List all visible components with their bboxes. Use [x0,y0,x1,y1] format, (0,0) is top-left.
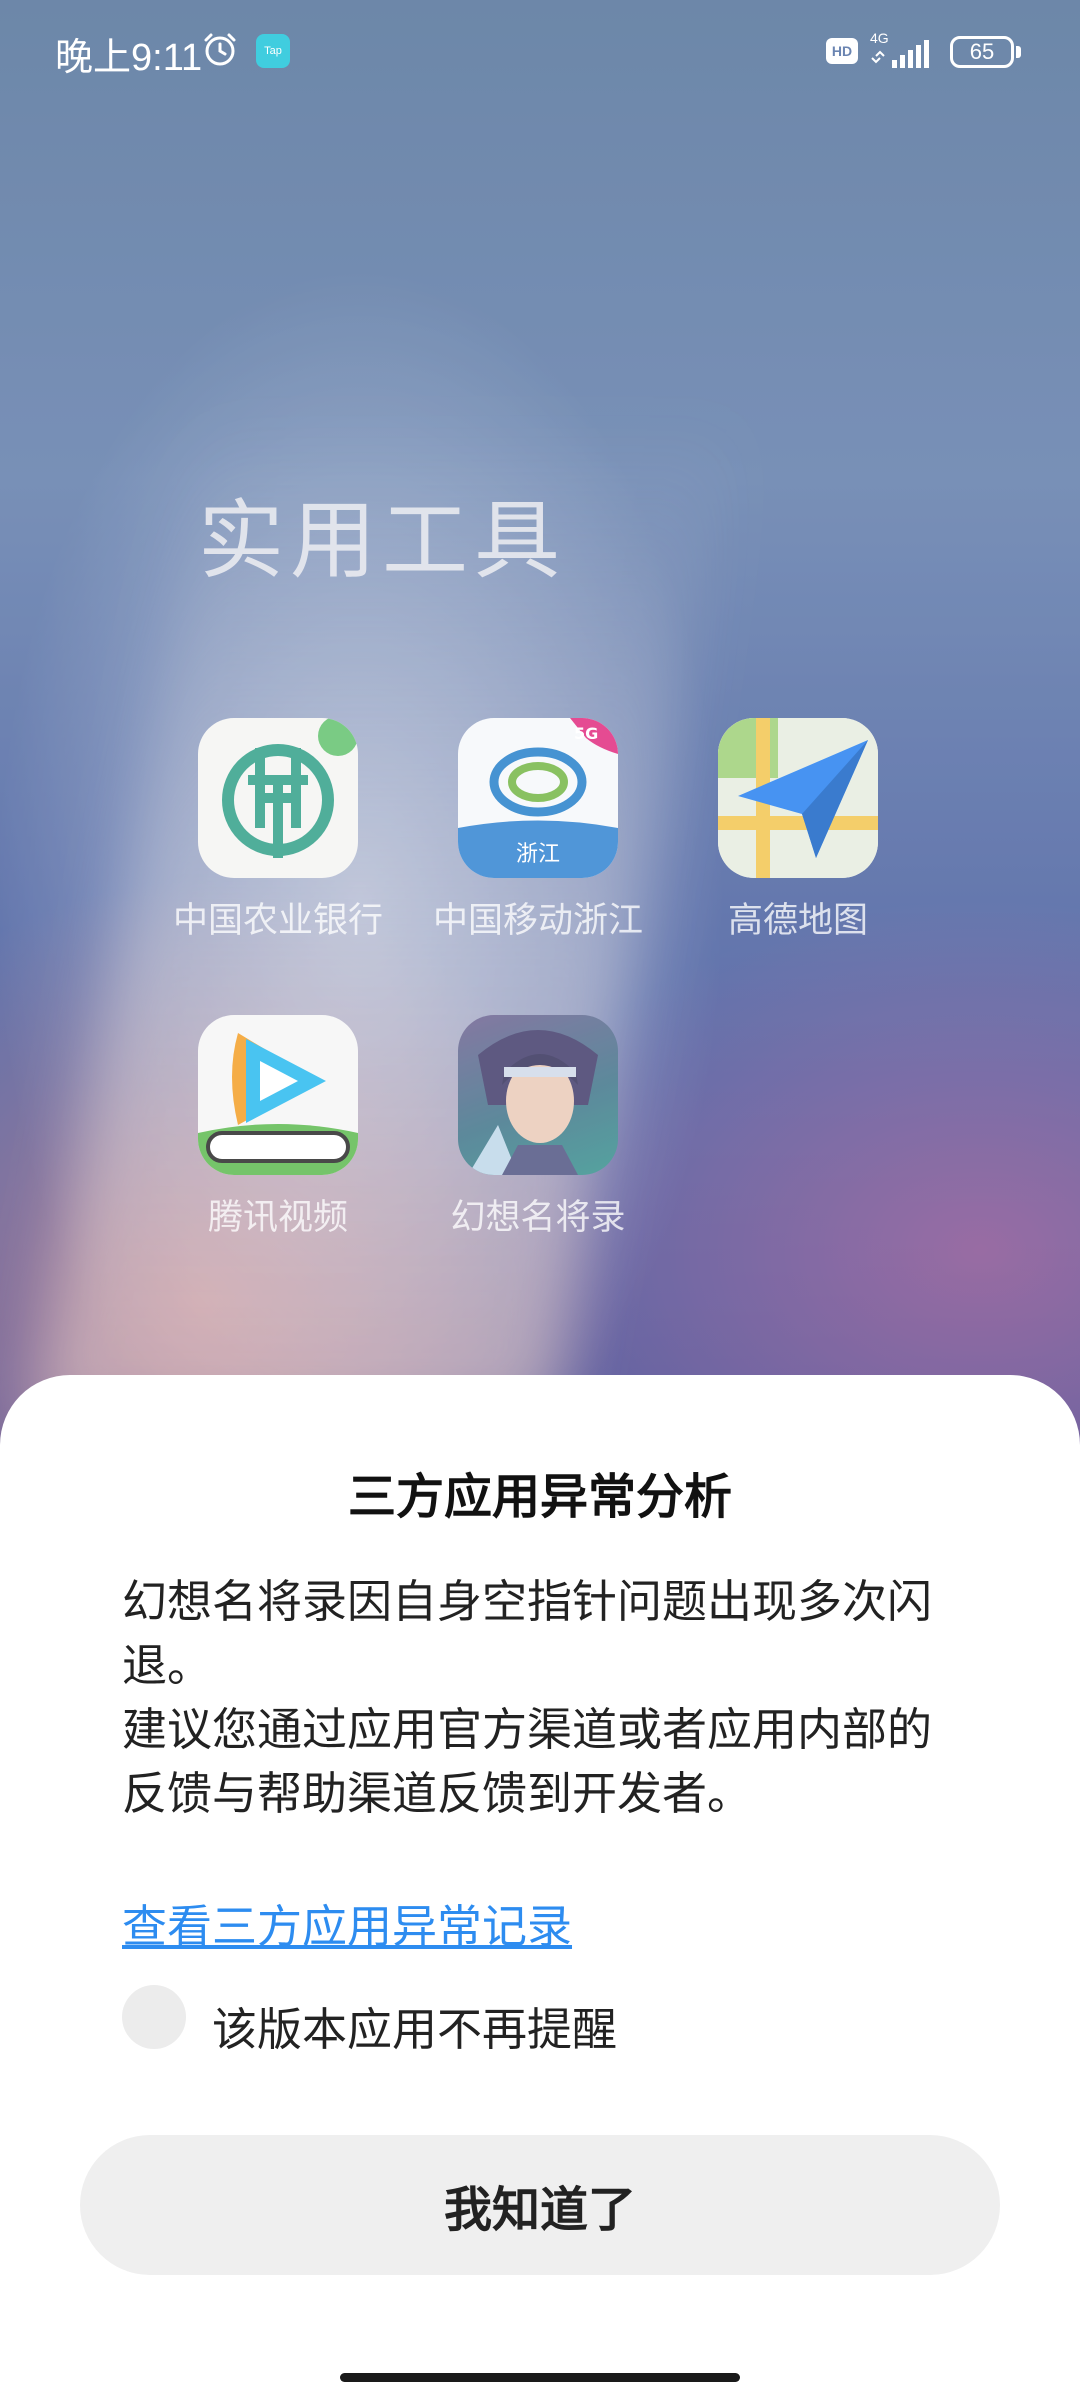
dialog-message-line: 幻想名将录因自身空指针问题出现多次闪退。 [122,1575,933,1692]
home-gesture-bar[interactable] [340,2373,740,2382]
dont-remind-label[interactable]: 该版本应用不再提醒 [212,1993,617,2058]
app-crash-dialog: 三方应用异常分析 幻想名将录因自身空指针问题出现多次闪退。 建议您通过应用官方渠… [0,1375,1080,2400]
dialog-message: 幻想名将录因自身空指针问题出现多次闪退。 建议您通过应用官方渠道或者应用内部的反… [122,1570,962,1826]
dialog-title: 三方应用异常分析 [347,1469,732,1525]
dialog-message-line: 建议您通过应用官方渠道或者应用内部的反馈与帮助渠道反馈到开发者。 [122,1703,933,1820]
dont-remind-checkbox[interactable] [122,1985,186,2049]
view-crash-records-link[interactable]: 查看三方应用异常记录 [122,1890,572,1955]
acknowledge-button[interactable]: 我知道了 [80,2135,1000,2275]
